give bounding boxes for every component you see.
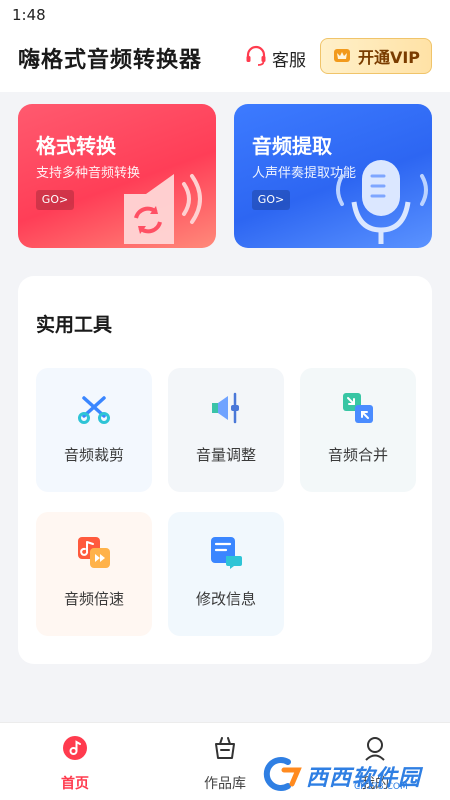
app-title: 嗨格式音频转换器 (18, 48, 203, 73)
nav-home[interactable]: 首页 (30, 735, 120, 793)
customer-service-label: 客服 (272, 50, 306, 71)
merge-icon (340, 390, 376, 426)
tools-panel: 实用工具 音频裁剪 音量调整 音频合并 音频倍速 修改信息 (18, 276, 432, 664)
open-vip-label: 开通VIP (357, 48, 421, 67)
tool-audio-trim[interactable]: 音频裁剪 (36, 368, 152, 492)
speed-icon (76, 534, 112, 570)
tool-edit-info-label: 修改信息 (195, 590, 256, 608)
tool-volume-adjust-label: 音量调整 (195, 446, 256, 464)
tools-title: 实用工具 (36, 314, 113, 336)
format-convert-card[interactable]: 格式转换 支持多种音频转换 GO> (18, 104, 216, 248)
tool-audio-speed[interactable]: 音频倍速 (36, 512, 152, 636)
status-bar: 1:48 (0, 0, 450, 30)
watermark-cr-icon (258, 754, 302, 798)
watermark-logo: 西西软件园 CR173.COM (258, 752, 450, 800)
audio-extract-card[interactable]: 音频提取 人声伴奏提取功能 GO> (234, 104, 432, 248)
vip-crown-icon (332, 44, 352, 68)
audio-extract-title: 音频提取 (252, 134, 332, 158)
volume-adjust-icon (208, 390, 244, 426)
bag-icon (180, 735, 270, 765)
customer-service-button[interactable]: 客服 (244, 44, 306, 72)
nav-works-label: 作品库 (204, 776, 246, 792)
format-convert-title: 格式转换 (36, 134, 116, 158)
scissors-icon (76, 390, 112, 426)
status-time: 1:48 (12, 6, 46, 24)
app-header: 嗨格式音频转换器 客服 开通VIP (0, 30, 450, 92)
edit-info-icon (208, 534, 244, 570)
tool-audio-merge-label: 音频合并 (327, 446, 388, 464)
tool-volume-adjust[interactable]: 音量调整 (168, 368, 284, 492)
tool-audio-trim-label: 音频裁剪 (63, 446, 124, 464)
audio-extract-go-badge: GO> (252, 190, 290, 210)
watermark-url: CR173.COM (354, 782, 408, 792)
headset-icon (244, 44, 268, 72)
tool-audio-speed-label: 音频倍速 (63, 590, 124, 608)
convert-speaker-icon (112, 154, 216, 248)
tool-edit-info[interactable]: 修改信息 (168, 512, 284, 636)
format-convert-go-badge: GO> (36, 190, 74, 210)
open-vip-button[interactable]: 开通VIP (320, 38, 432, 74)
tool-audio-merge[interactable]: 音频合并 (300, 368, 416, 492)
microphone-icon (328, 154, 432, 248)
nav-works[interactable]: 作品库 (180, 735, 270, 793)
home-music-icon (30, 735, 120, 765)
nav-home-label: 首页 (61, 776, 89, 792)
